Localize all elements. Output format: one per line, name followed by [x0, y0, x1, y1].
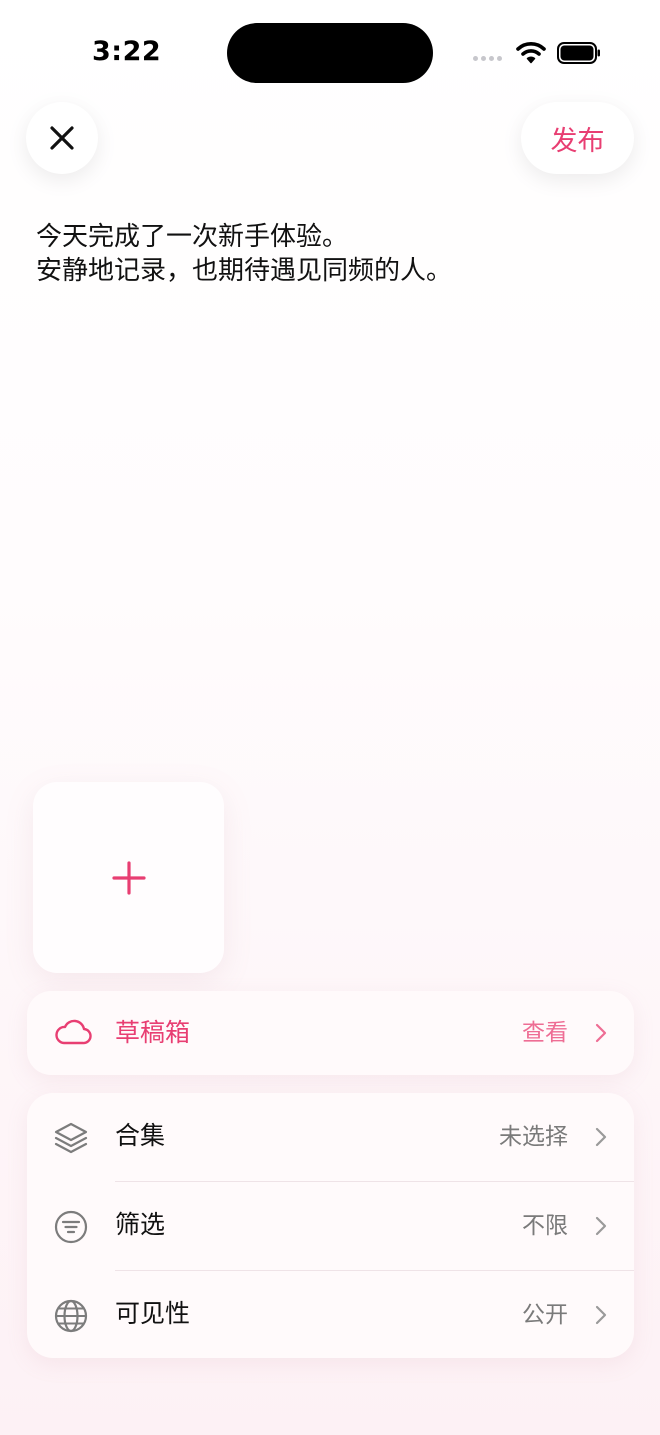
settings-card: 合集 未选择 筛选 不限 可见性 公开: [27, 1093, 634, 1358]
cloud-icon: [55, 1019, 92, 1045]
settings-row-label: 可见性: [115, 1299, 191, 1328]
wifi-icon: [516, 42, 546, 64]
post-text-editor[interactable]: 今天完成了一次新手体验。 安静地记录，也期待遇见同频的人。: [36, 220, 626, 288]
cellular-signal-icon: [473, 56, 502, 61]
chevron-right-icon: [595, 1305, 607, 1325]
globe-icon: [54, 1299, 88, 1333]
status-time: 3:22: [92, 36, 162, 67]
filter-icon: [54, 1210, 88, 1244]
chevron-right-icon: [595, 1127, 607, 1147]
drafts-view-link[interactable]: 查看: [522, 1015, 568, 1051]
add-media-button[interactable]: [33, 782, 224, 973]
settings-row-filter[interactable]: 筛选 不限: [27, 1182, 634, 1270]
close-button[interactable]: [26, 102, 98, 174]
settings-row-label: 合集: [115, 1121, 166, 1150]
close-icon: [50, 126, 74, 150]
settings-row-value: 未选择: [499, 1124, 568, 1150]
settings-row-value: 不限: [522, 1213, 568, 1239]
plus-icon: [111, 860, 146, 895]
settings-row-label: 筛选: [115, 1210, 166, 1239]
drafts-label: 草稿箱: [115, 1018, 191, 1047]
chevron-right-icon: [595, 1023, 607, 1043]
publish-button[interactable]: 发布: [521, 102, 634, 174]
drafts-row[interactable]: 草稿箱 查看: [27, 991, 634, 1075]
drafts-card[interactable]: 草稿箱 查看: [27, 991, 634, 1075]
post-text-line: 今天完成了一次新手体验。: [36, 222, 349, 252]
status-bar: 3:22: [0, 0, 660, 100]
battery-icon: [557, 42, 600, 64]
post-text-line: 安静地记录，也期待遇见同频的人。: [36, 256, 453, 286]
dynamic-island: [227, 23, 433, 83]
layers-icon: [54, 1122, 88, 1154]
chevron-right-icon: [595, 1216, 607, 1236]
settings-row-visibility[interactable]: 可见性 公开: [27, 1271, 634, 1359]
settings-row-value: 公开: [522, 1302, 568, 1328]
settings-row-collection[interactable]: 合集 未选择: [27, 1093, 634, 1181]
